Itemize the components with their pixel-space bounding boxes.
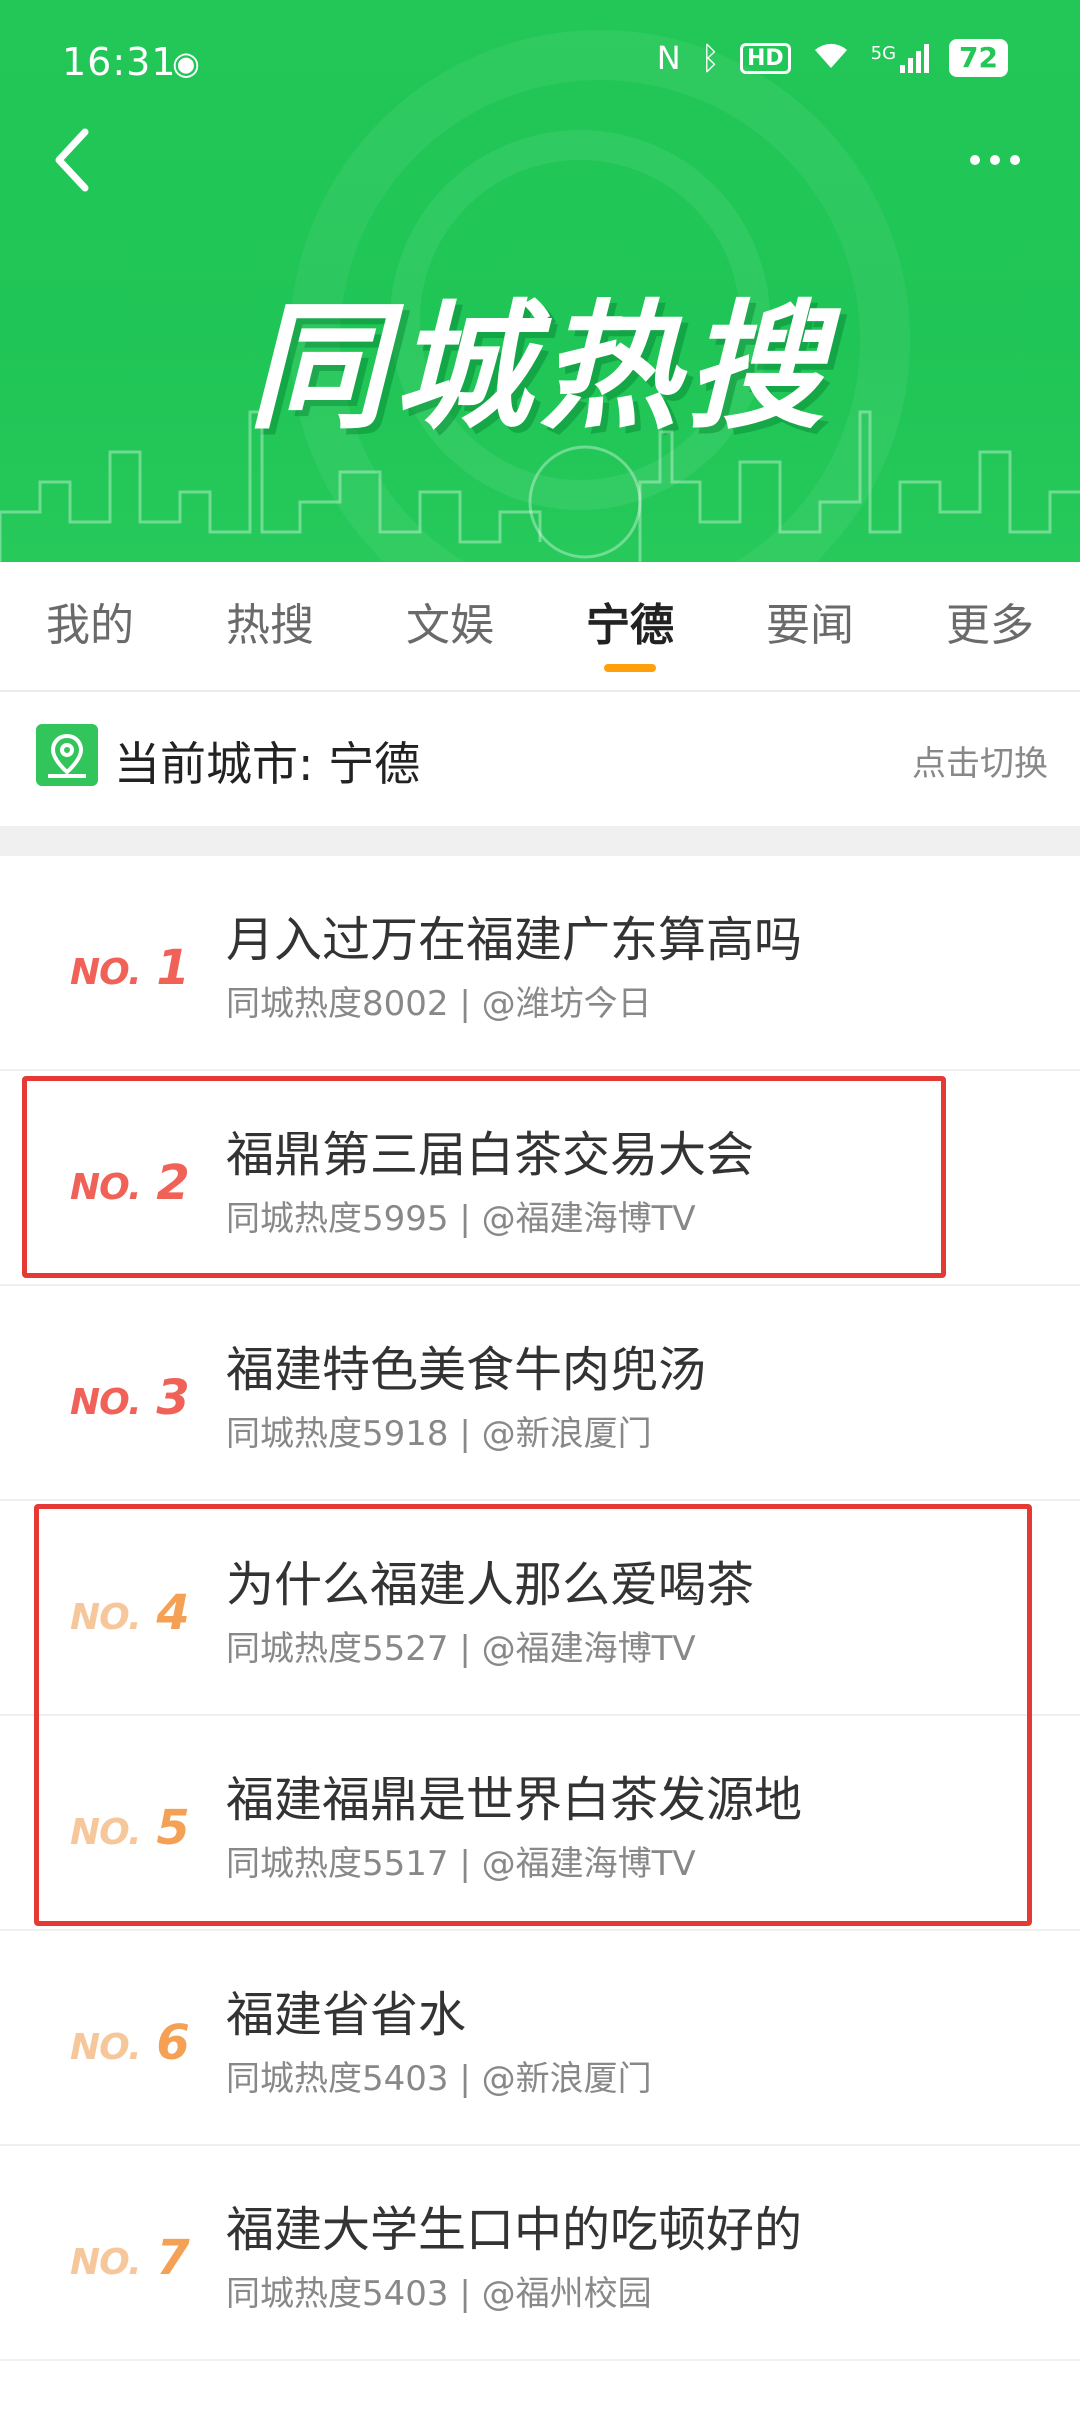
tab-hot-search[interactable]: 热搜 <box>180 562 360 690</box>
wifi-icon <box>811 38 851 78</box>
item-meta: 同城热度8002 | @潍坊今日 <box>226 984 652 1024</box>
tab-entertainment[interactable]: 文娱 <box>360 562 540 690</box>
location-pin-icon <box>36 724 98 786</box>
header-banner: 16:31 ◉ N ᛒ HD 5G 72 同城热搜 <box>0 0 1080 562</box>
hd-icon: HD <box>739 42 791 74</box>
city-skyline-illustration <box>0 410 1080 562</box>
item-title: 福建省省水 <box>226 1987 467 2043</box>
section-divider <box>0 826 1080 856</box>
category-tabs: 我的 热搜 文娱 宁德 要闻 更多 <box>0 562 1080 692</box>
more-options-button[interactable] <box>970 140 1040 180</box>
nfc-icon: N <box>656 39 681 77</box>
status-bar: 16:31 ◉ N ᛒ HD 5G 72 <box>0 0 1080 130</box>
rank-badge: NO. 6 <box>70 2015 190 2071</box>
rank-badge: NO. 7 <box>70 2230 190 2286</box>
status-icons: N ᛒ HD 5G 72 <box>657 38 1008 78</box>
list-item[interactable]: NO. 7 福建大学生口中的吃顿好的 同城热度5403 | @福州校园 <box>0 2146 1080 2361</box>
network-type: 5G <box>870 43 897 64</box>
rank-badge: NO. 1 <box>70 940 190 996</box>
tab-ningde[interactable]: 宁德 <box>540 562 720 690</box>
item-title: 月入过万在福建广东算高吗 <box>226 912 803 968</box>
highlight-box-item-2 <box>22 1076 946 1278</box>
tab-news[interactable]: 要闻 <box>720 562 900 690</box>
list-item[interactable]: NO. 3 福建特色美食牛肉兜汤 同城热度5918 | @新浪厦门 <box>0 1286 1080 1501</box>
tab-more[interactable]: 更多 <box>900 562 1080 690</box>
current-city-label: 当前城市: 宁德 <box>114 737 421 791</box>
item-meta: 同城热度5403 | @福州校园 <box>226 2274 652 2314</box>
status-time: 16:31 <box>62 40 177 84</box>
tab-mine[interactable]: 我的 <box>0 562 180 690</box>
item-meta: 同城热度5918 | @新浪厦门 <box>226 1414 652 1454</box>
bluetooth-icon: ᛒ <box>700 39 720 77</box>
signal-icon: 5G <box>870 43 930 73</box>
highlight-box-items-4-5 <box>34 1504 1032 1926</box>
item-title: 福建特色美食牛肉兜汤 <box>226 1342 707 1398</box>
rank-badge: NO. 3 <box>70 1370 190 1426</box>
switch-city-button[interactable]: 点击切换 <box>912 736 1048 785</box>
list-item[interactable]: NO. 6 福建省省水 同城热度5403 | @新浪厦门 <box>0 1931 1080 2146</box>
current-city-bar: 当前城市: 宁德 点击切换 <box>0 690 1080 826</box>
list-item[interactable]: NO. 1 月入过万在福建广东算高吗 同城热度8002 | @潍坊今日 <box>0 856 1080 1071</box>
item-meta: 同城热度5403 | @新浪厦门 <box>226 2059 652 2099</box>
chevron-left-icon <box>55 128 89 192</box>
battery-icon: 72 <box>949 39 1008 77</box>
item-title: 福建大学生口中的吃顿好的 <box>226 2202 803 2258</box>
back-button[interactable] <box>36 120 106 200</box>
weibo-notification-icon: ◉ <box>172 44 200 82</box>
